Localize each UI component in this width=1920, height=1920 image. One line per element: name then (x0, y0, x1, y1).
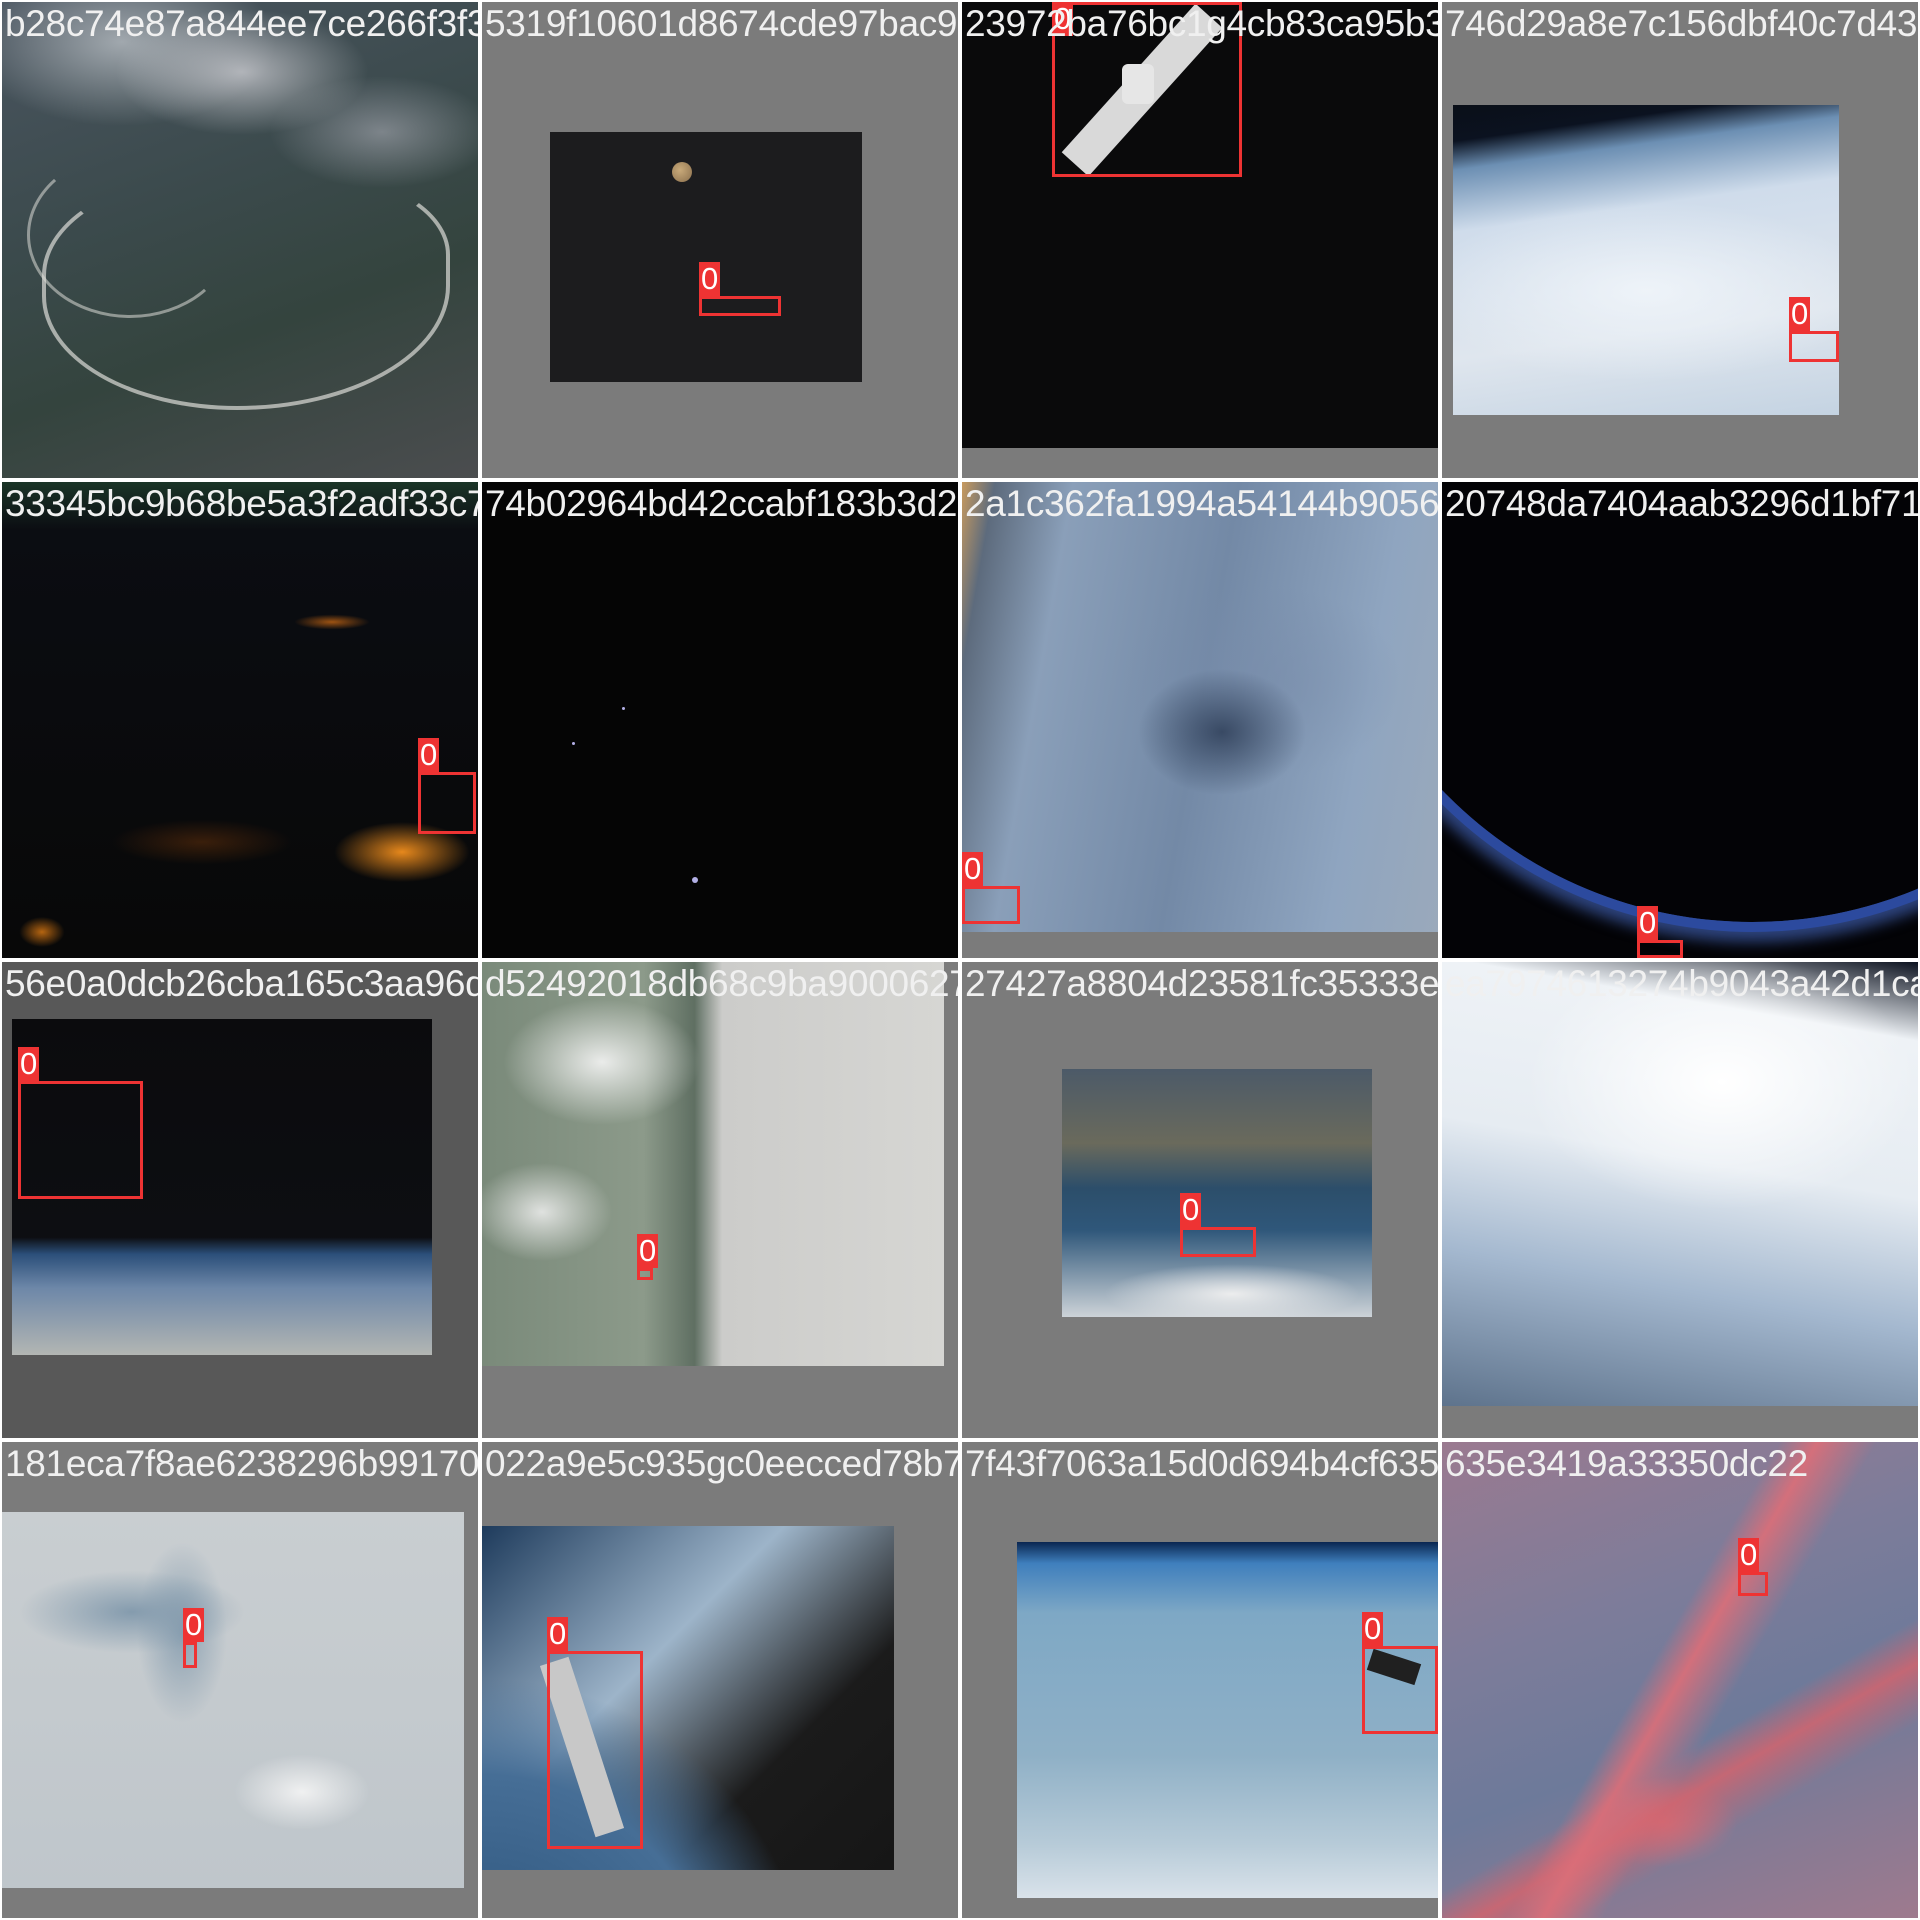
tile-filename: 022a9e5c935gc0eecced78b77f43f7063a15d0d6… (485, 1443, 958, 1484)
tile-filename: 7f43f7063a15d0d694b4cf635e3419a33350dc22 (965, 1443, 1438, 1484)
image-tile-6[interactable]: 74b02964bd42ccabf183b3d2a1c362fa1994a541… (482, 482, 958, 958)
detection-box (1789, 331, 1839, 362)
star-dot (572, 742, 575, 745)
detection-box (1738, 1572, 1768, 1596)
image-tile-16[interactable]: 0 635e3419a33350dc22 (1442, 1442, 1918, 1918)
tile-image (2, 2, 478, 478)
tile-filename: 746d29a8e7c156dbf40c7d43 (1445, 3, 1918, 44)
detection-box (962, 886, 1020, 924)
image-tile-14[interactable]: 0 022a9e5c935gc0eecced78b77f43f7063a15d0… (482, 1442, 958, 1918)
image-tile-1[interactable]: b28c74e87a844ee7ce266f3f31974d6a1.png (2, 2, 478, 478)
class-label: 0 (547, 1616, 569, 1651)
image-tile-11[interactable]: 0 27427a8804d23581fc35333ea7974613274b90… (962, 962, 1438, 1438)
image-tile-5[interactable]: 0 33345bc9b68be5a3f2adf33c74b02964bd42cc… (2, 482, 478, 958)
river-feature (27, 152, 233, 318)
tile-filename: 20748da7404aab3296d1bf71 (1445, 483, 1918, 524)
tile-filename: 74b02964bd42ccabf183b3d2a1c362fa1994a541… (485, 483, 958, 524)
star-dot (622, 707, 625, 710)
class-label: 0 (418, 737, 440, 772)
image-tile-15[interactable]: 0 7f43f7063a15d0d694b4cf635e3419a33350dc… (962, 1442, 1438, 1918)
image-tile-8[interactable]: 0 20748da7404aab3296d1bf71 (1442, 482, 1918, 958)
detection-box (1362, 1646, 1438, 1734)
tile-filename: b28c74e87a844ee7ce266f3f31974d6a1.png (5, 3, 478, 44)
detection-box (18, 1081, 143, 1199)
class-label: 0 (18, 1046, 40, 1081)
image-tile-3[interactable]: 0 23972ba76bc1g4cb83ca95b39144d5387c156d… (962, 2, 1438, 478)
detection-box (418, 772, 476, 834)
tile-image (1442, 1442, 1918, 1918)
detection-box (1637, 940, 1683, 958)
detection-box (1180, 1227, 1256, 1257)
tile-image (1062, 1069, 1372, 1317)
tile-filename: d52492018db68c9ba9000627427a880e4d23581f… (485, 963, 958, 1004)
image-tile-2[interactable]: 0 5319f10601d8674cde97bac92e72aa2bc1g4cb… (482, 2, 958, 478)
image-tile-12[interactable]: ea7974613274b9043a42d1ca (1442, 962, 1918, 1438)
class-label: 0 (637, 1233, 659, 1268)
tile-image (1442, 962, 1918, 1406)
tile-filename: 56e0a0dcb26cba165c3aa96d52492018db68c9ba… (5, 963, 478, 1004)
class-label: 0 (1180, 1192, 1202, 1227)
tile-image (482, 1526, 894, 1870)
tile-filename: 27427a8804d23581fc35333ea7974613274b9043… (965, 963, 1438, 1004)
tile-filename: 33345bc9b68be5a3f2adf33c74b02964bd42ccab… (5, 483, 478, 524)
tile-image (482, 962, 944, 1366)
detection-box (183, 1642, 197, 1668)
tile-image (2, 1512, 464, 1888)
image-tile-7[interactable]: 0 2a1c362fa1994a54144b90562d74a8da7404aa… (962, 482, 1438, 958)
class-label: 0 (962, 851, 984, 886)
moon (672, 162, 692, 182)
detection-box (637, 1268, 653, 1280)
tile-image (482, 482, 958, 958)
image-tile-4[interactable]: 0 746d29a8e7c156dbf40c7d43 (1442, 2, 1918, 478)
detection-box (699, 296, 781, 316)
class-label: 0 (183, 1607, 205, 1642)
tile-filename: 5319f10601d8674cde97bac92e72aa2bc1g4cb83… (485, 3, 958, 44)
tile-filename: 181eca7f8ae6238296b9917022a9e5c935gc0eec… (5, 1443, 478, 1484)
image-tile-13[interactable]: 0 181eca7f8ae6238296b9917022a9e5c935gc0e… (2, 1442, 478, 1918)
star-dot (692, 877, 698, 883)
class-label: 0 (1738, 1537, 1760, 1572)
class-label: 0 (1789, 296, 1811, 331)
class-label: 0 (699, 261, 721, 296)
tile-filename: ea7974613274b9043a42d1ca (1445, 963, 1918, 1004)
tile-image (550, 132, 862, 382)
class-label: 0 (1362, 1611, 1384, 1646)
mosaic-grid: b28c74e87a844ee7ce266f3f31974d6a1.png 0 … (0, 0, 1920, 1920)
detection-box (547, 1651, 643, 1849)
tile-image (2, 482, 478, 958)
image-tile-10[interactable]: 0 d52492018db68c9ba9000627427a880e4d2358… (482, 962, 958, 1438)
tile-filename: 635e3419a33350dc22 (1445, 1443, 1808, 1484)
class-label: 0 (1637, 905, 1659, 940)
tile-filename: 23972ba76bc1g4cb83ca95b39144d5387c156dbf… (965, 3, 1438, 44)
image-tile-9[interactable]: 0 56e0a0dcb26cba165c3aa96d52492018db68c9… (2, 962, 478, 1438)
tile-image (962, 482, 1438, 932)
tile-filename: 2a1c362fa1994a54144b90562d74a8da7404aab3… (965, 483, 1438, 524)
tile-image (1453, 105, 1839, 415)
